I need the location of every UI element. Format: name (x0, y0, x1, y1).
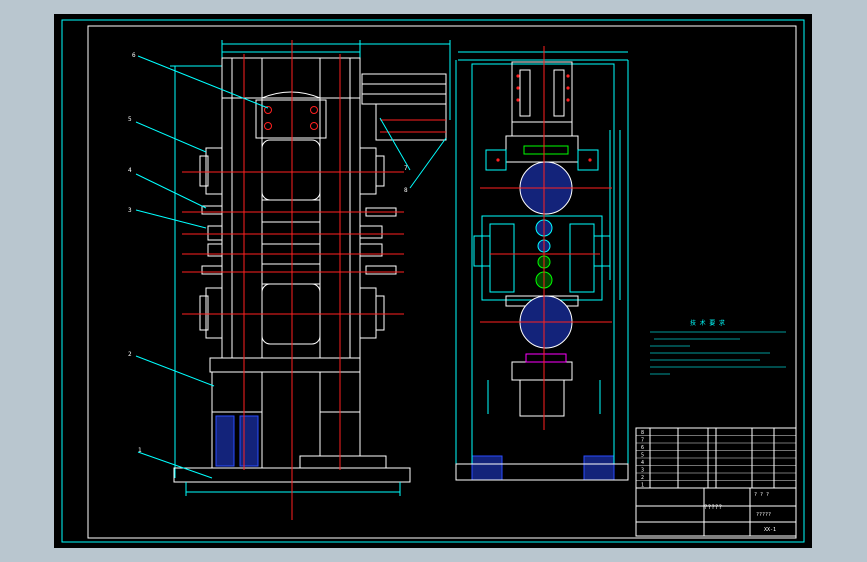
scale-text: ? ? ? (754, 492, 769, 498)
tech-notes-title: 技 术 要 求 (690, 319, 725, 327)
bom-no: 3 (641, 468, 644, 474)
bom-no: 8 (641, 430, 644, 436)
bom-numbers: 8 7 6 5 4 3 2 1 (641, 430, 644, 489)
cad-drawing-canvas: 6 5 4 3 2 1 7 8 技 术 要 求 8 7 6 5 4 3 2 1 … (54, 14, 812, 548)
part-label: 7 (404, 165, 408, 172)
drawing-number: XX-1 (764, 527, 776, 533)
drawing-name: ????? (704, 504, 722, 511)
part-label: 4 (128, 167, 132, 174)
part-label: 1 (138, 447, 142, 454)
bom-no: 4 (641, 460, 644, 466)
part-label: 5 (128, 116, 132, 123)
bom-no: 7 (641, 438, 644, 444)
part-label: 2 (128, 351, 132, 358)
part-label: 6 (132, 52, 136, 59)
bom-no: 1 (641, 483, 644, 489)
company-name: ????? (756, 512, 771, 518)
bom-no: 5 (641, 453, 644, 459)
part-label: 3 (128, 207, 132, 214)
bom-no: 6 (641, 445, 644, 451)
part-label: 8 (404, 187, 408, 194)
bom-no: 2 (641, 475, 644, 481)
